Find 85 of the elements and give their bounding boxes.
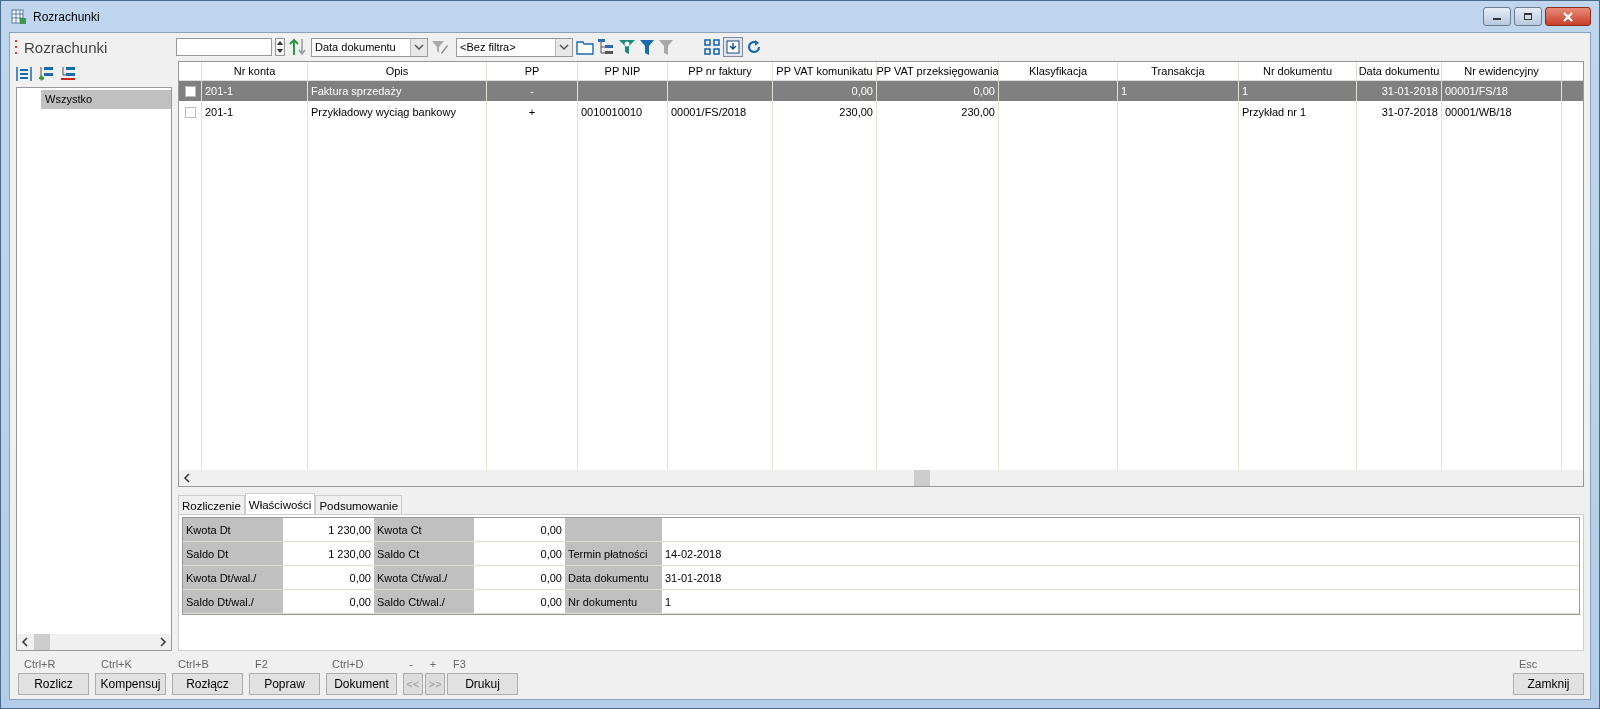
property-label: Saldo Dt (183, 542, 283, 566)
table-cell: 201-1 (202, 81, 307, 102)
property-value: 1 (662, 590, 1579, 614)
table-cell: 31-07-2018 (1357, 102, 1441, 123)
property-label: Saldo Ct/wal./ (374, 590, 474, 614)
property-label: Kwota Ct (374, 518, 474, 542)
table-cell: Faktura sprzedaży (308, 81, 486, 102)
row-checkbox[interactable] (184, 106, 196, 118)
download-box-icon[interactable] (723, 37, 743, 57)
spreadsheet-icon (11, 8, 27, 25)
scrollbar-thumb[interactable] (34, 634, 50, 650)
table-cell: 00001/FS/18 (1442, 81, 1561, 102)
add-level-icon[interactable] (38, 66, 54, 82)
close-button[interactable] (1545, 7, 1591, 26)
maximize-button[interactable] (1514, 7, 1542, 26)
filter-icon[interactable] (639, 38, 655, 56)
horizontal-scrollbar[interactable] (179, 470, 1583, 486)
table-cell: 0010010010 (578, 102, 667, 123)
table-cell: Przykładowy wyciąg bankowy (308, 102, 486, 123)
table-cell: - (487, 81, 577, 102)
shortcut-label: + (428, 658, 438, 671)
folder-icon[interactable] (576, 39, 594, 55)
window-title: Rozrachunki (33, 9, 100, 24)
drag-handle-icon (14, 39, 18, 55)
table-cell: 0,00 (877, 81, 998, 102)
action-button[interactable]: Drukuj (447, 673, 518, 695)
minimize-button[interactable] (1483, 7, 1511, 26)
sort-dropdown[interactable]: Data dokumentu (311, 37, 428, 57)
tab[interactable]: Podsumowanie (315, 495, 403, 515)
collapse-list-icon[interactable] (16, 66, 32, 82)
search-field[interactable] (176, 38, 272, 56)
close-icon (1562, 11, 1574, 22)
action-button[interactable]: Popraw (249, 673, 320, 695)
shortcut-label: F2 (254, 658, 269, 671)
table-cell: 00001/FS/2018 (668, 102, 772, 123)
table-cell: 0,00 (773, 81, 876, 102)
tab[interactable]: Właściwości (244, 493, 316, 515)
scrollbar-thumb[interactable] (914, 470, 930, 486)
tree-structure-icon[interactable] (597, 38, 615, 56)
table-cell: 1 (1118, 81, 1238, 102)
shortcut-label: Ctrl+D (331, 658, 365, 671)
filter-edit-icon[interactable] (431, 38, 449, 56)
action-button[interactable]: Kompensuj (95, 673, 166, 695)
maximize-icon (1523, 12, 1533, 21)
grid-view-icon[interactable] (704, 39, 720, 55)
caret-icon (559, 44, 569, 50)
table-cell: 31-01-2018 (1357, 81, 1441, 102)
table-cell: 00001/WB/18 (1442, 102, 1561, 123)
refresh-icon[interactable] (746, 39, 762, 55)
property-label: Saldo Dt/wal./ (183, 590, 283, 614)
property-value: 14-02-2018 (662, 542, 1579, 566)
spinner-icon[interactable] (275, 38, 285, 56)
tree-item[interactable]: Wszystko (41, 90, 171, 109)
shortcut-label: F3 (452, 658, 467, 671)
property-label: Termin płatności (565, 542, 662, 566)
remove-level-icon[interactable] (60, 66, 76, 82)
panel-title: Rozrachunki (24, 38, 108, 56)
filter-dropdown[interactable]: <Bez filtra> (456, 37, 573, 57)
property-label: Kwota Dt (183, 518, 283, 542)
property-value: 31-01-2018 (662, 566, 1579, 590)
caret-icon (414, 44, 424, 50)
action-button[interactable]: Rozlicz (18, 673, 89, 695)
table-cell: Przykład nr 1 (1239, 102, 1356, 123)
action-button[interactable]: Rozłącz (172, 673, 243, 695)
row-checkbox[interactable] (184, 85, 196, 97)
property-label: Kwota Ct/wal./ (374, 566, 474, 590)
shortcut-label: Ctrl+B (177, 658, 210, 671)
property-label: Saldo Ct (374, 542, 474, 566)
property-label: Data dokumentu (565, 566, 662, 590)
table-cell: 230,00 (773, 102, 876, 123)
shortcut-label: - (408, 658, 414, 671)
property-label: Nr dokumentu (565, 590, 662, 614)
filter-person-icon[interactable] (618, 38, 636, 56)
table-cell: 1 (1239, 81, 1356, 102)
shortcut-label: Ctrl+R (23, 658, 57, 671)
action-button[interactable]: Dokument (326, 673, 397, 695)
close-window-button[interactable]: Zamknij (1513, 673, 1584, 695)
shortcut-label: Ctrl+K (100, 658, 133, 671)
tab[interactable]: Rozliczenie (178, 495, 245, 515)
table-cell: 201-1 (202, 102, 307, 123)
horizontal-scrollbar[interactable] (17, 634, 171, 650)
shortcut-label: Esc (1518, 658, 1539, 671)
table-cell: + (487, 102, 577, 123)
table-cell: 230,00 (877, 102, 998, 123)
property-label: Kwota Dt/wal./ (183, 566, 283, 590)
